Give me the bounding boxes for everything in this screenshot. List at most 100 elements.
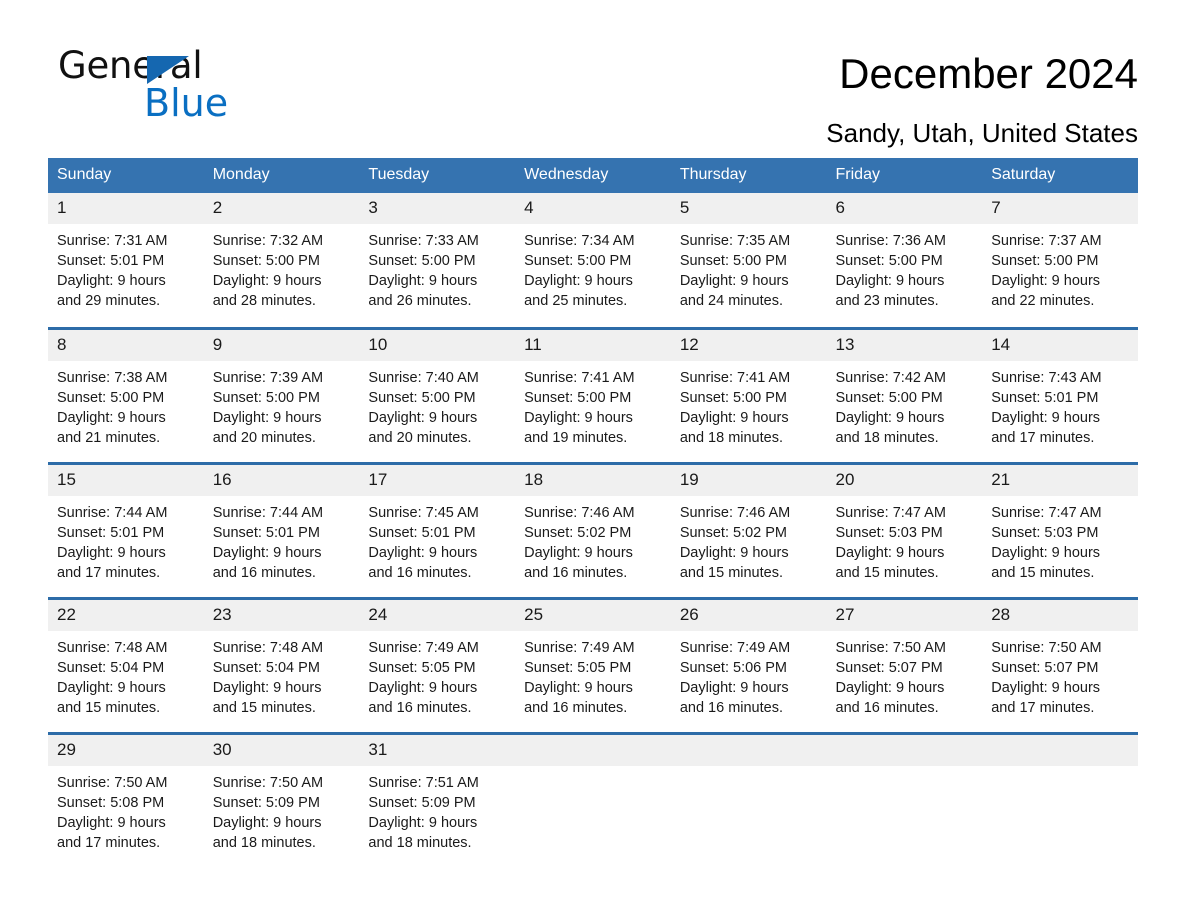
day-cell-content [670, 734, 827, 869]
calendar-day-cell[interactable]: 16 Sunrise: 7:44 AM Sunset: 5:01 PM Dayligh… [203, 461, 360, 598]
calendar-day-cell-empty [515, 731, 671, 868]
day-daylight-line-text: Daylight: 9 hours [679, 679, 789, 696]
day-sun-info: Sunrise: 7:48 AM Sunset: 5:04 PM Daylight:… [48, 631, 204, 718]
logo-text-blue: Blue [144, 81, 229, 125]
day-daylight-line-text: and 18 minutes. [679, 429, 783, 446]
day-sunrise-text: Sunrise: 7:42 AM [835, 369, 946, 386]
title-block: December 2024 Sandy, Utah, United States [826, 46, 1138, 150]
day-number [670, 734, 827, 766]
day-sun-info: Sunrise: 7:44 AM Sunset: 5:01 PM Daylight:… [48, 496, 204, 583]
day-daylight-line-text: and 19 minutes. [524, 429, 628, 446]
day-daylight-line-text: Daylight: 9 hours [679, 544, 789, 561]
day-sun-info: Sunrise: 7:47 AM Sunset: 5:03 PM Daylight:… [982, 496, 1138, 583]
day-daylight-line-text: and 17 minutes. [57, 834, 161, 851]
day-sunset-text: Sunset: 5:06 PM [679, 659, 788, 676]
calendar-day-cell[interactable]: 9 Sunrise: 7:39 AM Sunset: 5:00 PM Daylight… [203, 326, 360, 463]
calendar-day-cell[interactable]: 2 Sunrise: 7:32 AM Sunset: 5:00 PM Daylight… [203, 193, 360, 328]
calendar-day-cell[interactable]: 11 Sunrise: 7:41 AM Sunset: 5:00 PM Dayligh… [515, 326, 671, 463]
day-daylight-line-text: and 15 minutes. [835, 564, 939, 581]
day-sun-info: Sunrise: 7:42 AM Sunset: 5:00 PM Daylight:… [827, 361, 983, 448]
day-sunrise-text: Sunrise: 7:47 AM [991, 504, 1102, 521]
day-sunrise-text: Sunrise: 7:47 AM [835, 504, 946, 521]
triangle-icon [147, 56, 189, 84]
weekday-header-friday: Friday [826, 158, 983, 193]
day-sunrise-text: Sunrise: 7:45 AM [368, 504, 479, 521]
day-sunrise-text: Sunrise: 7:37 AM [991, 233, 1102, 249]
day-cell-content: 25 Sunrise: 7:49 AM Sunset: 5:05 PM Dayligh… [515, 599, 671, 732]
calendar-day-cell[interactable]: 27 Sunrise: 7:50 AM Sunset: 5:07 PM Dayligh… [826, 596, 983, 733]
day-sunrise-text: Sunrise: 7:32 AM [212, 233, 324, 249]
day-daylight-line-text: Daylight: 9 hours [524, 679, 633, 696]
day-daylight-line-text: and 16 minutes. [368, 699, 472, 716]
calendar-day-cell[interactable]: 4 Sunrise: 7:34 AM Sunset: 5:00 PM Daylight… [515, 193, 671, 328]
day-daylight-line-text: Daylight: 9 hours [57, 679, 166, 696]
day-number: 12 [670, 329, 827, 361]
day-daylight-line-text: and 16 minutes. [368, 564, 472, 581]
calendar-day-cell[interactable]: 17 Sunrise: 7:45 AM Sunset: 5:01 PM Dayligh… [359, 461, 516, 598]
day-sunset-text: Sunset: 5:00 PM [835, 253, 943, 269]
day-number: 7 [982, 193, 1138, 224]
calendar-day-cell[interactable]: 5 Sunrise: 7:35 AM Sunset: 5:00 PM Daylight… [670, 193, 827, 328]
day-sun-info: Sunrise: 7:50 AM Sunset: 5:08 PM Daylight:… [48, 766, 204, 853]
day-sun-info: Sunrise: 7:39 AM Sunset: 5:00 PM Daylight:… [204, 361, 360, 448]
calendar-day-cell[interactable]: 18 Sunrise: 7:46 AM Sunset: 5:02 PM Dayligh… [515, 461, 671, 598]
calendar-week-row: 29 Sunrise: 7:50 AM Sunset: 5:08 PM Dayligh… [48, 731, 1138, 869]
day-sunrise-text: Sunrise: 7:48 AM [212, 639, 324, 656]
day-daylight-line-text: and 28 minutes. [212, 293, 316, 309]
day-sun-info: Sunrise: 7:40 AM Sunset: 5:00 PM Daylight:… [359, 361, 515, 448]
day-sunrise-text: Sunrise: 7:33 AM [368, 233, 479, 249]
calendar-day-cell[interactable]: 1 Sunrise: 7:31 AM Sunset: 5:01 PM Daylight… [48, 193, 204, 328]
day-daylight-line-text: Daylight: 9 hours [212, 544, 322, 561]
calendar-day-cell[interactable]: 19 Sunrise: 7:46 AM Sunset: 5:02 PM Dayligh… [670, 461, 827, 598]
day-cell-content: 29 Sunrise: 7:50 AM Sunset: 5:08 PM Dayligh… [48, 734, 204, 869]
calendar-day-cell[interactable]: 8 Sunrise: 7:38 AM Sunset: 5:00 PM Daylight… [48, 326, 204, 463]
calendar-day-cell[interactable]: 14 Sunrise: 7:43 AM Sunset: 5:01 PM Dayligh… [982, 326, 1138, 463]
calendar-day-cell[interactable]: 7 Sunrise: 7:37 AM Sunset: 5:00 PM Daylight… [982, 193, 1138, 328]
calendar-day-cell[interactable]: 24 Sunrise: 7:49 AM Sunset: 5:05 PM Dayligh… [359, 596, 516, 733]
day-cell-content: 5 Sunrise: 7:35 AM Sunset: 5:00 PM Daylight… [670, 193, 827, 327]
day-number: 24 [359, 599, 516, 631]
day-daylight-line-text: Daylight: 9 hours [368, 273, 478, 289]
day-cell-content: 9 Sunrise: 7:39 AM Sunset: 5:00 PM Daylight… [203, 329, 360, 462]
day-cell-content: 14 Sunrise: 7:43 AM Sunset: 5:01 PM Dayligh… [982, 329, 1138, 462]
calendar-day-cell[interactable]: 10 Sunrise: 7:40 AM Sunset: 5:00 PM Dayligh… [359, 326, 516, 463]
general-blue-logo[interactable]: General Blue [58, 46, 318, 126]
calendar-day-cell[interactable]: 12 Sunrise: 7:41 AM Sunset: 5:00 PM Dayligh… [670, 326, 827, 463]
weekday-header-sunday: Sunday [48, 158, 204, 193]
calendar-page: General Blue December 2024 Sandy, Utah, … [0, 0, 1188, 918]
calendar-day-cell[interactable]: 15 Sunrise: 7:44 AM Sunset: 5:01 PM Dayligh… [48, 461, 204, 598]
day-daylight-line-text: and 17 minutes. [991, 429, 1095, 446]
calendar-day-cell[interactable]: 31 Sunrise: 7:51 AM Sunset: 5:09 PM Dayligh… [359, 731, 516, 868]
day-number: 20 [826, 464, 983, 496]
calendar-day-cell[interactable]: 25 Sunrise: 7:49 AM Sunset: 5:05 PM Dayligh… [515, 596, 671, 733]
day-daylight-line-text: and 17 minutes. [57, 564, 161, 581]
day-daylight-line-text: Daylight: 9 hours [524, 273, 633, 289]
day-number: 6 [826, 193, 983, 224]
day-sunrise-text: Sunrise: 7:51 AM [368, 774, 479, 791]
calendar-day-cell[interactable]: 13 Sunrise: 7:42 AM Sunset: 5:00 PM Dayligh… [826, 326, 983, 463]
calendar-day-cell[interactable]: 6 Sunrise: 7:36 AM Sunset: 5:00 PM Daylight… [826, 193, 983, 328]
calendar-day-cell[interactable]: 30 Sunrise: 7:50 AM Sunset: 5:09 PM Dayligh… [203, 731, 360, 868]
calendar-day-cell[interactable]: 23 Sunrise: 7:48 AM Sunset: 5:04 PM Dayligh… [203, 596, 360, 733]
day-sun-info: Sunrise: 7:41 AM Sunset: 5:00 PM Daylight:… [515, 361, 671, 448]
day-daylight-line-text: and 20 minutes. [368, 429, 472, 446]
calendar-day-cell[interactable]: 28 Sunrise: 7:50 AM Sunset: 5:07 PM Dayligh… [982, 596, 1138, 733]
day-sunrise-text: Sunrise: 7:50 AM [57, 774, 168, 791]
day-daylight-line-text: and 15 minutes. [57, 699, 161, 716]
weekday-header-wednesday: Wednesday [515, 158, 671, 193]
day-sunrise-text: Sunrise: 7:44 AM [212, 504, 324, 521]
day-daylight-line-text: and 29 minutes. [57, 293, 161, 309]
calendar-day-cell[interactable]: 20 Sunrise: 7:47 AM Sunset: 5:03 PM Dayligh… [826, 461, 983, 598]
weekday-header-tuesday: Tuesday [359, 158, 516, 193]
calendar-day-cell[interactable]: 21 Sunrise: 7:47 AM Sunset: 5:03 PM Dayligh… [982, 461, 1138, 598]
day-sunrise-text: Sunrise: 7:44 AM [57, 504, 168, 521]
day-cell-content: 13 Sunrise: 7:42 AM Sunset: 5:00 PM Dayligh… [826, 329, 983, 462]
calendar-day-cell[interactable]: 3 Sunrise: 7:33 AM Sunset: 5:00 PM Daylight… [359, 193, 516, 328]
calendar-day-cell[interactable]: 29 Sunrise: 7:50 AM Sunset: 5:08 PM Dayligh… [48, 731, 204, 869]
calendar-day-cell-empty [826, 731, 983, 868]
calendar-day-cell[interactable]: 22 Sunrise: 7:48 AM Sunset: 5:04 PM Dayligh… [48, 596, 204, 733]
day-daylight-line-text: and 18 minutes. [835, 429, 939, 446]
day-number: 14 [982, 329, 1138, 361]
calendar-day-cell[interactable]: 26 Sunrise: 7:49 AM Sunset: 5:06 PM Dayligh… [670, 596, 827, 733]
day-sunset-text: Sunset: 5:01 PM [212, 524, 320, 541]
